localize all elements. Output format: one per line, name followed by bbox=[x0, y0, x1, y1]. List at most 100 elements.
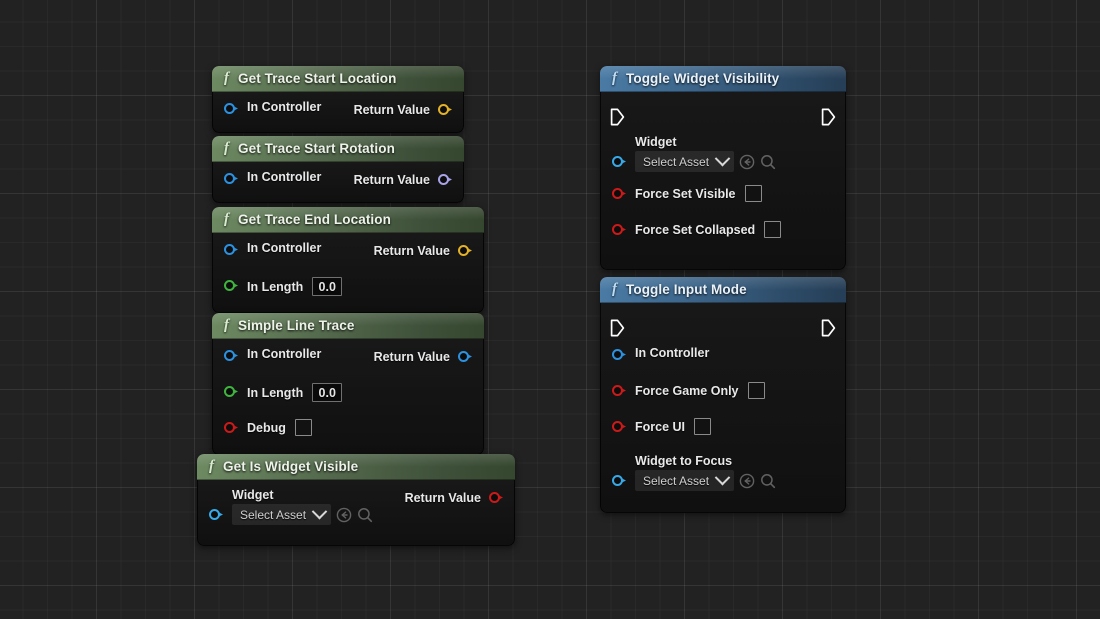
value-input[interactable]: 0.0 bbox=[312, 277, 343, 296]
function-icon: f bbox=[224, 211, 229, 227]
select-asset-dropdown[interactable]: Select Asset bbox=[232, 503, 332, 525]
input-pin-cyan[interactable] bbox=[612, 475, 626, 487]
checkbox-input[interactable] bbox=[694, 418, 712, 435]
exec-input-pin[interactable] bbox=[610, 319, 625, 337]
exec-output-pin[interactable] bbox=[821, 319, 836, 337]
output-pin[interactable] bbox=[489, 492, 504, 504]
select-asset-dropdown[interactable]: Select Asset bbox=[635, 150, 735, 172]
pin-red[interactable] bbox=[489, 492, 503, 504]
node-toggle-widget-visibility[interactable]: f Toggle Widget Visibility Widget Select As… bbox=[600, 66, 846, 270]
input-pin-label: Widget to Focus bbox=[635, 454, 733, 468]
node-header-toggle-input-mode[interactable]: f Toggle Input Mode bbox=[600, 277, 846, 303]
output-pin-row: Return Value bbox=[354, 173, 453, 187]
output-pin[interactable] bbox=[458, 245, 473, 257]
input-row: Widget Select Asset bbox=[232, 488, 373, 525]
node-header-get-is-widget-visible[interactable]: f Get Is Widget Visible bbox=[197, 454, 515, 480]
input-pin-blue[interactable] bbox=[224, 173, 238, 185]
input-pin-cyan[interactable] bbox=[612, 156, 626, 168]
browse-asset-icon[interactable] bbox=[357, 507, 373, 523]
exec-input-pin[interactable] bbox=[610, 108, 625, 126]
input-row: In Length 0.0 bbox=[247, 277, 343, 296]
value-input[interactable]: 0.0 bbox=[312, 383, 343, 402]
output-pin-row: Return Value bbox=[405, 491, 504, 505]
node-body-get-is-widget-visible: Return Value Widget Select Asset bbox=[197, 480, 515, 546]
pin-gold[interactable] bbox=[458, 245, 472, 257]
checkbox-input[interactable] bbox=[744, 185, 762, 202]
pin-purple[interactable] bbox=[438, 174, 452, 186]
input-pin-label: Debug bbox=[247, 420, 286, 435]
select-asset-dropdown[interactable]: Select Asset bbox=[635, 469, 735, 491]
node-body-get-trace-start-location: Return Value In Controller bbox=[212, 92, 464, 133]
output-pin-row: Return Value bbox=[354, 103, 453, 117]
select-asset-label: Select Asset bbox=[643, 473, 710, 488]
node-title: Get Is Widget Visible bbox=[223, 459, 359, 474]
checkbox-input[interactable] bbox=[747, 382, 765, 399]
use-selected-asset-icon[interactable] bbox=[739, 154, 755, 170]
checkbox-input[interactable] bbox=[764, 221, 782, 238]
pin-blue[interactable] bbox=[458, 351, 472, 363]
browse-asset-icon[interactable] bbox=[760, 473, 776, 489]
output-pin[interactable] bbox=[438, 174, 453, 186]
node-body-get-trace-start-rotation: Return Value In Controller bbox=[212, 162, 464, 203]
node-get-trace-start-rotation[interactable]: f Get Trace Start Rotation Return Value In … bbox=[212, 136, 464, 203]
node-title: Simple Line Trace bbox=[238, 318, 355, 333]
output-pin-label: Return Value bbox=[404, 491, 481, 505]
input-row: Widget Select Asset bbox=[635, 135, 776, 172]
node-get-trace-start-location[interactable]: f Get Trace Start Location Return Value In … bbox=[212, 66, 464, 133]
node-header-get-trace-start-rotation[interactable]: f Get Trace Start Rotation bbox=[212, 136, 464, 162]
use-selected-asset-icon[interactable] bbox=[739, 473, 755, 489]
node-simple-line-trace[interactable]: f Simple Line Trace Return Value In Control… bbox=[212, 313, 484, 455]
node-get-trace-end-location[interactable]: f Get Trace End Location Return Value In Co… bbox=[212, 207, 484, 313]
chevron-down-icon bbox=[311, 503, 328, 520]
input-pin-blue[interactable] bbox=[612, 349, 626, 361]
input-pin-blue[interactable] bbox=[224, 350, 238, 362]
input-pin-green[interactable] bbox=[224, 386, 238, 398]
input-row: In Length 0.0 bbox=[247, 383, 343, 402]
asset-picker[interactable]: Select Asset bbox=[635, 469, 776, 491]
input-pin-red[interactable] bbox=[612, 421, 626, 433]
input-pin-red[interactable] bbox=[224, 422, 238, 434]
output-pin[interactable] bbox=[458, 351, 473, 363]
input-pin-green[interactable] bbox=[224, 280, 238, 292]
input-pin-label: Force Game Only bbox=[635, 383, 739, 398]
input-pin-red[interactable] bbox=[612, 385, 626, 397]
function-icon: f bbox=[224, 70, 229, 86]
node-toggle-input-mode[interactable]: f Toggle Input Mode In Controller Force Gam… bbox=[600, 277, 846, 513]
checkbox-input[interactable] bbox=[294, 419, 312, 436]
function-icon: f bbox=[612, 281, 617, 297]
input-pin-cyan[interactable] bbox=[209, 509, 223, 521]
pin-gold[interactable] bbox=[438, 104, 452, 116]
output-pin[interactable] bbox=[438, 104, 453, 116]
input-pin-red[interactable] bbox=[612, 188, 626, 200]
asset-picker[interactable]: Select Asset bbox=[232, 503, 373, 525]
browse-asset-icon[interactable] bbox=[760, 154, 776, 170]
node-header-simple-line-trace[interactable]: f Simple Line Trace bbox=[212, 313, 484, 339]
input-row: In Controller bbox=[247, 100, 321, 114]
select-asset-label: Select Asset bbox=[643, 154, 710, 169]
function-icon: f bbox=[224, 140, 229, 156]
input-pin-blue[interactable] bbox=[224, 244, 238, 256]
node-header-get-trace-end-location[interactable]: f Get Trace End Location bbox=[212, 207, 484, 233]
input-pin-red[interactable] bbox=[612, 224, 626, 236]
node-header-get-trace-start-location[interactable]: f Get Trace Start Location bbox=[212, 66, 464, 92]
input-pin-label: In Length bbox=[247, 279, 304, 294]
input-pin-label: In Controller bbox=[247, 241, 322, 255]
node-body-toggle-input-mode: In Controller Force Game Only Force UI Widg… bbox=[600, 303, 846, 513]
function-icon: f bbox=[612, 70, 617, 86]
node-title: Get Trace Start Location bbox=[238, 71, 397, 86]
asset-picker[interactable]: Select Asset bbox=[635, 150, 776, 172]
input-pin-blue[interactable] bbox=[224, 103, 238, 115]
output-pin-label: Return Value bbox=[373, 244, 450, 258]
node-get-is-widget-visible[interactable]: f Get Is Widget Visible Return Value Widget… bbox=[197, 454, 515, 546]
use-selected-asset-icon[interactable] bbox=[336, 507, 352, 523]
output-pin-label: Return Value bbox=[353, 103, 430, 117]
blueprint-graph-canvas[interactable]: f Get Trace Start Location Return Value In … bbox=[0, 0, 1100, 619]
node-body-toggle-widget-visibility: Widget Select Asset Force Set Visible Force… bbox=[600, 92, 846, 270]
exec-output-pin[interactable] bbox=[821, 108, 836, 126]
node-header-toggle-widget-visibility[interactable]: f Toggle Widget Visibility bbox=[600, 66, 846, 92]
output-pin-label: Return Value bbox=[373, 350, 450, 364]
select-asset-label: Select Asset bbox=[240, 507, 307, 522]
node-body-get-trace-end-location: Return Value In Controller In Length 0.0 bbox=[212, 233, 484, 313]
function-icon: f bbox=[224, 317, 229, 333]
function-icon: f bbox=[209, 458, 214, 474]
